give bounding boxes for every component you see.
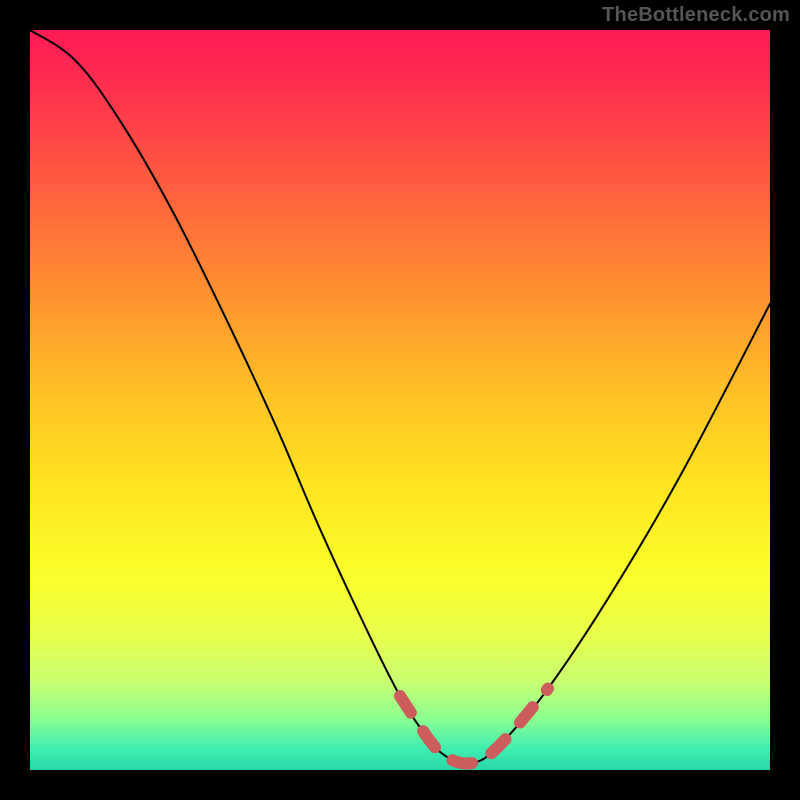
watermark-label: TheBottleneck.com <box>602 4 790 27</box>
bottleneck-curve <box>30 30 770 764</box>
chart-frame: TheBottleneck.com <box>0 0 800 800</box>
plot-area <box>30 30 770 770</box>
curve-layer <box>30 30 770 770</box>
optimal-zone-highlight <box>400 689 548 764</box>
